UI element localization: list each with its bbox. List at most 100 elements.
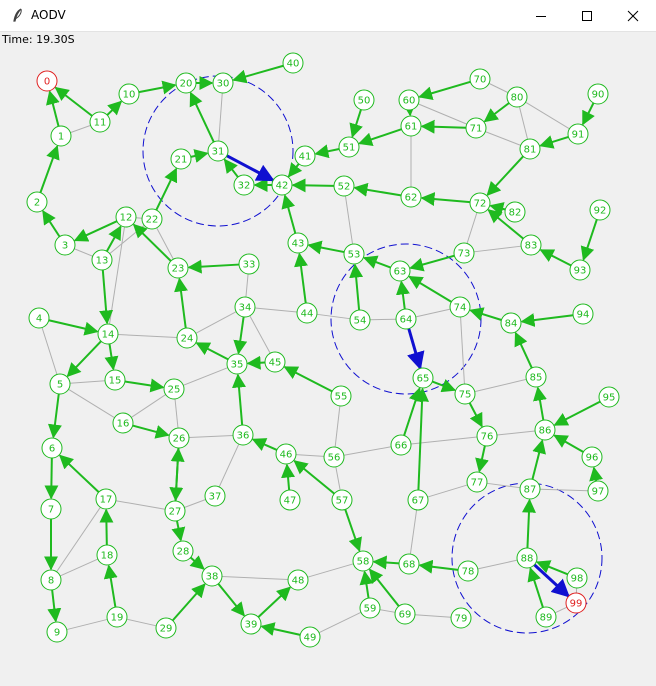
node-71[interactable]: 71 <box>465 117 487 139</box>
node-46[interactable]: 46 <box>275 443 297 465</box>
close-button[interactable] <box>610 0 656 31</box>
node-68[interactable]: 68 <box>398 553 420 575</box>
node-67[interactable]: 67 <box>407 489 429 511</box>
node-82[interactable]: 82 <box>504 201 526 223</box>
node-94[interactable]: 94 <box>572 303 594 325</box>
node-0[interactable]: 0 <box>36 70 58 92</box>
node-45[interactable]: 45 <box>264 351 286 373</box>
node-20[interactable]: 20 <box>175 72 197 94</box>
node-41[interactable]: 41 <box>294 145 316 167</box>
node-69[interactable]: 69 <box>394 603 416 625</box>
network-canvas[interactable]: 0123456789101112131415161718192021222324… <box>0 31 656 686</box>
node-9[interactable]: 9 <box>46 621 68 643</box>
node-7[interactable]: 7 <box>40 498 62 520</box>
node-33[interactable]: 33 <box>238 253 260 275</box>
node-34[interactable]: 34 <box>234 296 256 318</box>
node-23[interactable]: 23 <box>167 257 189 279</box>
node-14[interactable]: 14 <box>97 323 119 345</box>
node-42[interactable]: 42 <box>271 174 293 196</box>
node-40[interactable]: 40 <box>282 52 304 74</box>
node-12[interactable]: 12 <box>115 206 137 228</box>
node-95[interactable]: 95 <box>598 386 620 408</box>
node-37[interactable]: 37 <box>204 485 226 507</box>
node-27[interactable]: 27 <box>164 500 186 522</box>
node-74[interactable]: 74 <box>449 296 471 318</box>
node-56[interactable]: 56 <box>323 446 345 468</box>
node-26[interactable]: 26 <box>168 427 190 449</box>
node-84[interactable]: 84 <box>500 312 522 334</box>
node-98[interactable]: 98 <box>566 567 588 589</box>
node-76[interactable]: 76 <box>476 425 498 447</box>
minimize-button[interactable] <box>518 0 564 31</box>
node-15[interactable]: 15 <box>104 369 126 391</box>
node-60[interactable]: 60 <box>398 89 420 111</box>
node-25[interactable]: 25 <box>163 378 185 400</box>
node-35[interactable]: 35 <box>226 353 248 375</box>
node-89[interactable]: 89 <box>535 606 557 628</box>
node-97[interactable]: 97 <box>587 480 609 502</box>
node-36[interactable]: 36 <box>232 424 254 446</box>
node-43[interactable]: 43 <box>287 232 309 254</box>
node-59[interactable]: 59 <box>359 597 381 619</box>
node-49[interactable]: 49 <box>299 626 321 648</box>
node-4[interactable]: 4 <box>28 307 50 329</box>
node-1[interactable]: 1 <box>50 125 72 147</box>
node-38[interactable]: 38 <box>201 565 223 587</box>
node-22[interactable]: 22 <box>141 208 163 230</box>
maximize-button[interactable] <box>564 0 610 31</box>
node-90[interactable]: 90 <box>587 83 609 105</box>
node-53[interactable]: 53 <box>343 243 365 265</box>
node-19[interactable]: 19 <box>106 606 128 628</box>
node-21[interactable]: 21 <box>170 148 192 170</box>
node-73[interactable]: 73 <box>453 242 475 264</box>
node-47[interactable]: 47 <box>279 489 301 511</box>
node-8[interactable]: 8 <box>40 569 62 591</box>
node-3[interactable]: 3 <box>54 234 76 256</box>
node-86[interactable]: 86 <box>534 419 556 441</box>
node-66[interactable]: 66 <box>390 434 412 456</box>
node-81[interactable]: 81 <box>519 138 541 160</box>
node-39[interactable]: 39 <box>240 613 262 635</box>
node-31[interactable]: 31 <box>207 140 229 162</box>
node-99[interactable]: 99 <box>565 592 587 614</box>
node-62[interactable]: 62 <box>400 186 422 208</box>
node-16[interactable]: 16 <box>112 412 134 434</box>
node-85[interactable]: 85 <box>525 366 547 388</box>
node-92[interactable]: 92 <box>589 199 611 221</box>
node-78[interactable]: 78 <box>457 560 479 582</box>
node-54[interactable]: 54 <box>349 309 371 331</box>
node-5[interactable]: 5 <box>49 373 71 395</box>
node-61[interactable]: 61 <box>400 115 422 137</box>
node-96[interactable]: 96 <box>581 446 603 468</box>
node-87[interactable]: 87 <box>519 478 541 500</box>
node-80[interactable]: 80 <box>506 86 528 108</box>
node-2[interactable]: 2 <box>26 191 48 213</box>
node-55[interactable]: 55 <box>330 385 352 407</box>
node-65[interactable]: 65 <box>412 367 434 389</box>
node-48[interactable]: 48 <box>287 569 309 591</box>
node-28[interactable]: 28 <box>172 540 194 562</box>
node-50[interactable]: 50 <box>353 89 375 111</box>
node-11[interactable]: 11 <box>89 111 111 133</box>
node-93[interactable]: 93 <box>569 259 591 281</box>
node-32[interactable]: 32 <box>233 174 255 196</box>
node-10[interactable]: 10 <box>118 83 140 105</box>
node-30[interactable]: 30 <box>212 72 234 94</box>
node-44[interactable]: 44 <box>296 302 318 324</box>
node-51[interactable]: 51 <box>338 136 360 158</box>
title-bar[interactable]: AODV <box>0 0 656 32</box>
node-72[interactable]: 72 <box>469 192 491 214</box>
node-75[interactable]: 75 <box>454 383 476 405</box>
node-17[interactable]: 17 <box>95 488 117 510</box>
node-83[interactable]: 83 <box>520 234 542 256</box>
node-18[interactable]: 18 <box>96 544 118 566</box>
node-58[interactable]: 58 <box>352 550 374 572</box>
node-70[interactable]: 70 <box>469 68 491 90</box>
node-63[interactable]: 63 <box>389 260 411 282</box>
node-6[interactable]: 6 <box>41 437 63 459</box>
node-52[interactable]: 52 <box>333 175 355 197</box>
node-88[interactable]: 88 <box>516 547 538 569</box>
node-13[interactable]: 13 <box>91 249 113 271</box>
node-29[interactable]: 29 <box>155 617 177 639</box>
node-79[interactable]: 79 <box>450 607 472 629</box>
